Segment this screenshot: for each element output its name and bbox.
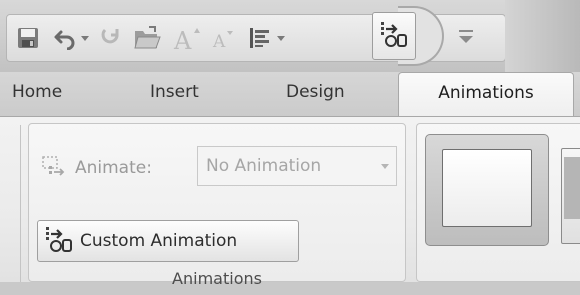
transition-thumbnail[interactable] bbox=[561, 148, 580, 244]
custom-animation-qat-button[interactable] bbox=[372, 12, 416, 60]
custom-animation-icon bbox=[44, 224, 74, 258]
animate-dropdown-value: No Animation bbox=[206, 156, 322, 176]
custom-animation-icon bbox=[379, 19, 409, 53]
grow-font-icon[interactable]: A bbox=[171, 15, 203, 61]
save-icon[interactable] bbox=[13, 15, 43, 61]
custom-animation-label: Custom Animation bbox=[80, 231, 238, 251]
customize-toolbar-icon[interactable] bbox=[454, 22, 478, 50]
animate-label: Animate: bbox=[75, 158, 152, 178]
redo-icon[interactable] bbox=[97, 15, 125, 61]
animations-group: Animate: No Animation Custom Animation A… bbox=[28, 123, 406, 288]
tab-home[interactable]: Home bbox=[12, 72, 62, 116]
align-text-icon[interactable] bbox=[245, 15, 275, 61]
slide-thumbnail bbox=[442, 149, 532, 227]
group-label: Animations bbox=[172, 269, 262, 288]
tab-design[interactable]: Design bbox=[286, 72, 345, 116]
no-transition-thumbnail[interactable] bbox=[425, 134, 549, 246]
tab-insert[interactable]: Insert bbox=[150, 72, 199, 116]
undo-dropdown-icon[interactable] bbox=[79, 15, 91, 61]
ribbon-left-edge bbox=[0, 125, 21, 282]
animate-row: Animate: bbox=[41, 150, 152, 186]
chevron-down-icon bbox=[374, 162, 396, 170]
shrink-font-icon[interactable]: A bbox=[209, 15, 237, 61]
undo-icon[interactable] bbox=[51, 15, 79, 61]
align-text-dropdown-icon[interactable] bbox=[275, 15, 287, 61]
quick-access-toolbar-area: A A bbox=[0, 0, 580, 72]
svg-text:A: A bbox=[212, 32, 226, 50]
window-title-area bbox=[505, 0, 580, 72]
transition-group bbox=[416, 123, 580, 282]
ribbon-tabs: Home Insert Design Animations bbox=[0, 72, 580, 116]
animate-dropdown[interactable]: No Animation bbox=[197, 146, 397, 186]
transition-preview bbox=[564, 157, 580, 219]
ribbon-body: Animate: No Animation Custom Animation A… bbox=[0, 116, 580, 288]
animate-icon bbox=[41, 154, 67, 182]
svg-text:A: A bbox=[173, 27, 192, 51]
open-icon[interactable] bbox=[131, 15, 163, 61]
tab-animations[interactable]: Animations bbox=[398, 72, 574, 116]
custom-animation-button[interactable]: Custom Animation bbox=[37, 220, 299, 262]
